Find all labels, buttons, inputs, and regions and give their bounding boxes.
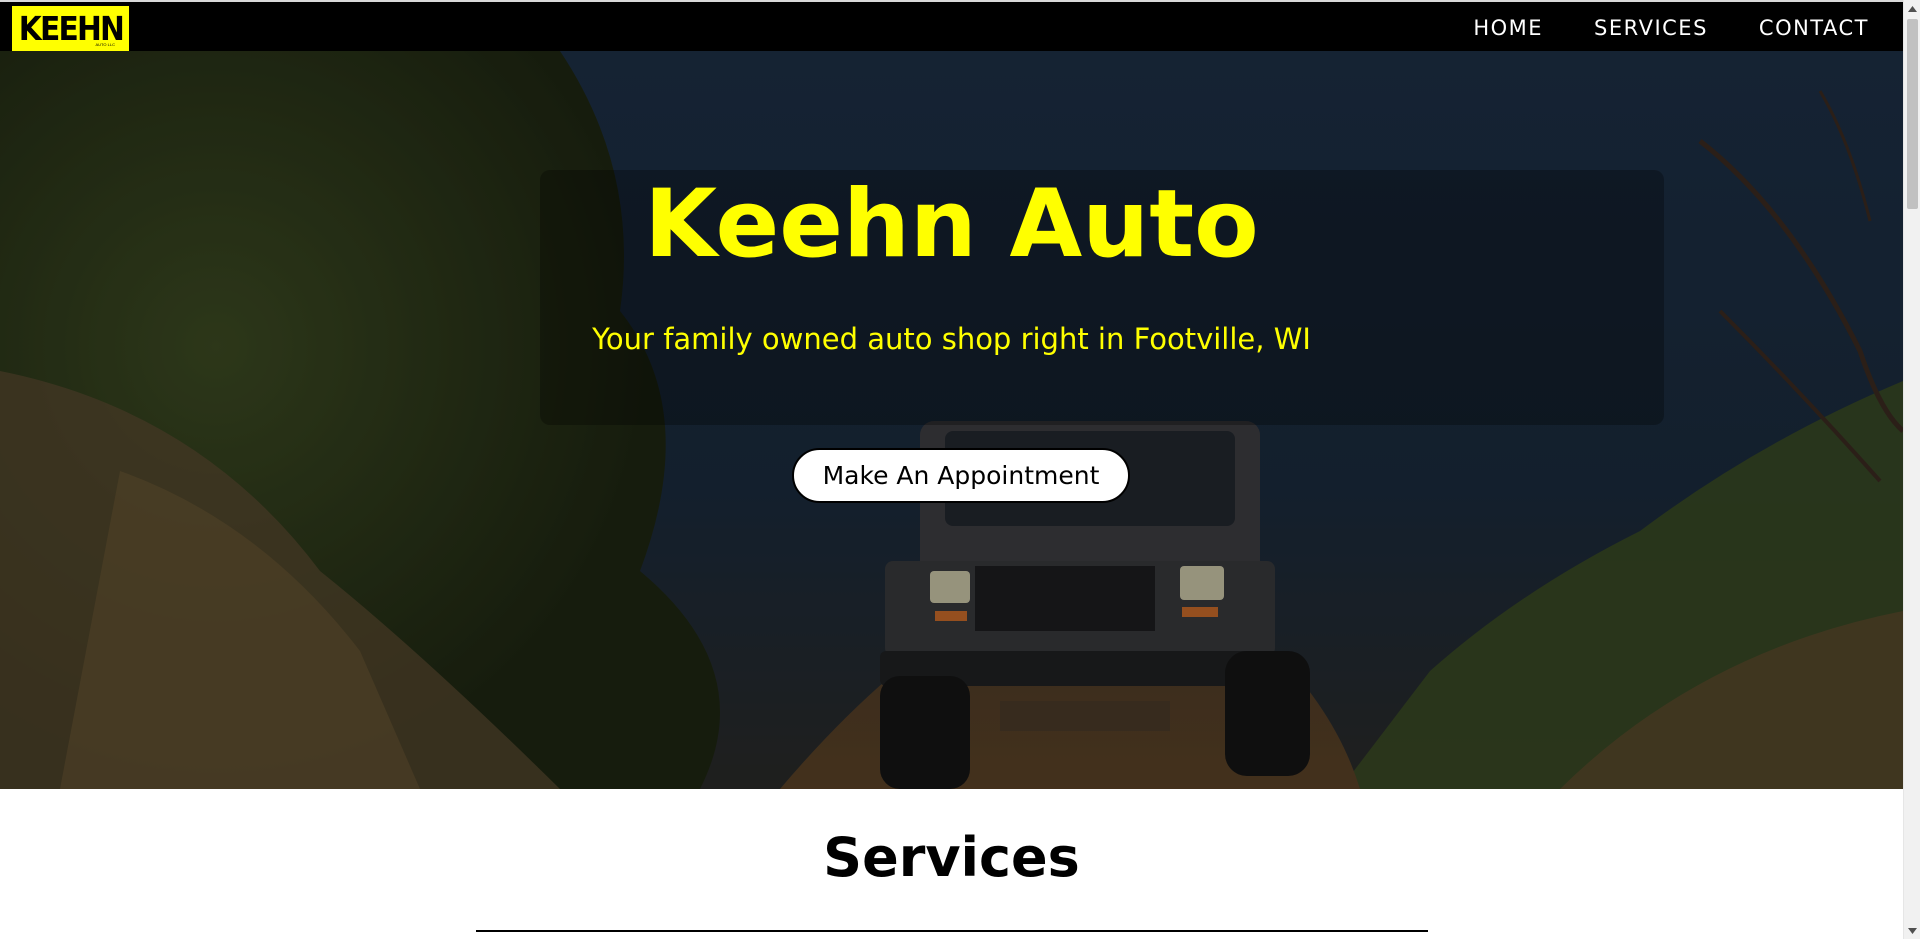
- chevron-up-icon[interactable]: [1904, 0, 1920, 17]
- site-logo[interactable]: KEEHN AUTO LLC: [12, 6, 129, 51]
- page: KEEHN AUTO LLC HOME SERVICES CONTACT Kee…: [0, 0, 1920, 939]
- hero-subtitle: Your family owned auto shop right in Foo…: [592, 322, 1311, 356]
- nav-link-services[interactable]: SERVICES: [1594, 16, 1708, 40]
- services-heading: Services: [823, 826, 1080, 889]
- logo-subtext: AUTO LLC: [95, 42, 116, 47]
- section-divider: [476, 930, 1428, 932]
- chevron-down-icon[interactable]: [1904, 922, 1920, 939]
- nav-link-contact[interactable]: CONTACT: [1759, 16, 1869, 40]
- top-navbar: KEEHN AUTO LLC HOME SERVICES CONTACT: [0, 0, 1903, 51]
- scrollbar-thumb[interactable]: [1907, 19, 1918, 209]
- nav-menu: HOME SERVICES CONTACT: [1473, 2, 1869, 53]
- hero-title: Keehn Auto: [644, 170, 1259, 279]
- hero-section: [0, 51, 1903, 789]
- nav-link-home[interactable]: HOME: [1473, 16, 1543, 40]
- make-appointment-button[interactable]: Make An Appointment: [792, 448, 1130, 503]
- page-scrollbar[interactable]: [1903, 0, 1920, 939]
